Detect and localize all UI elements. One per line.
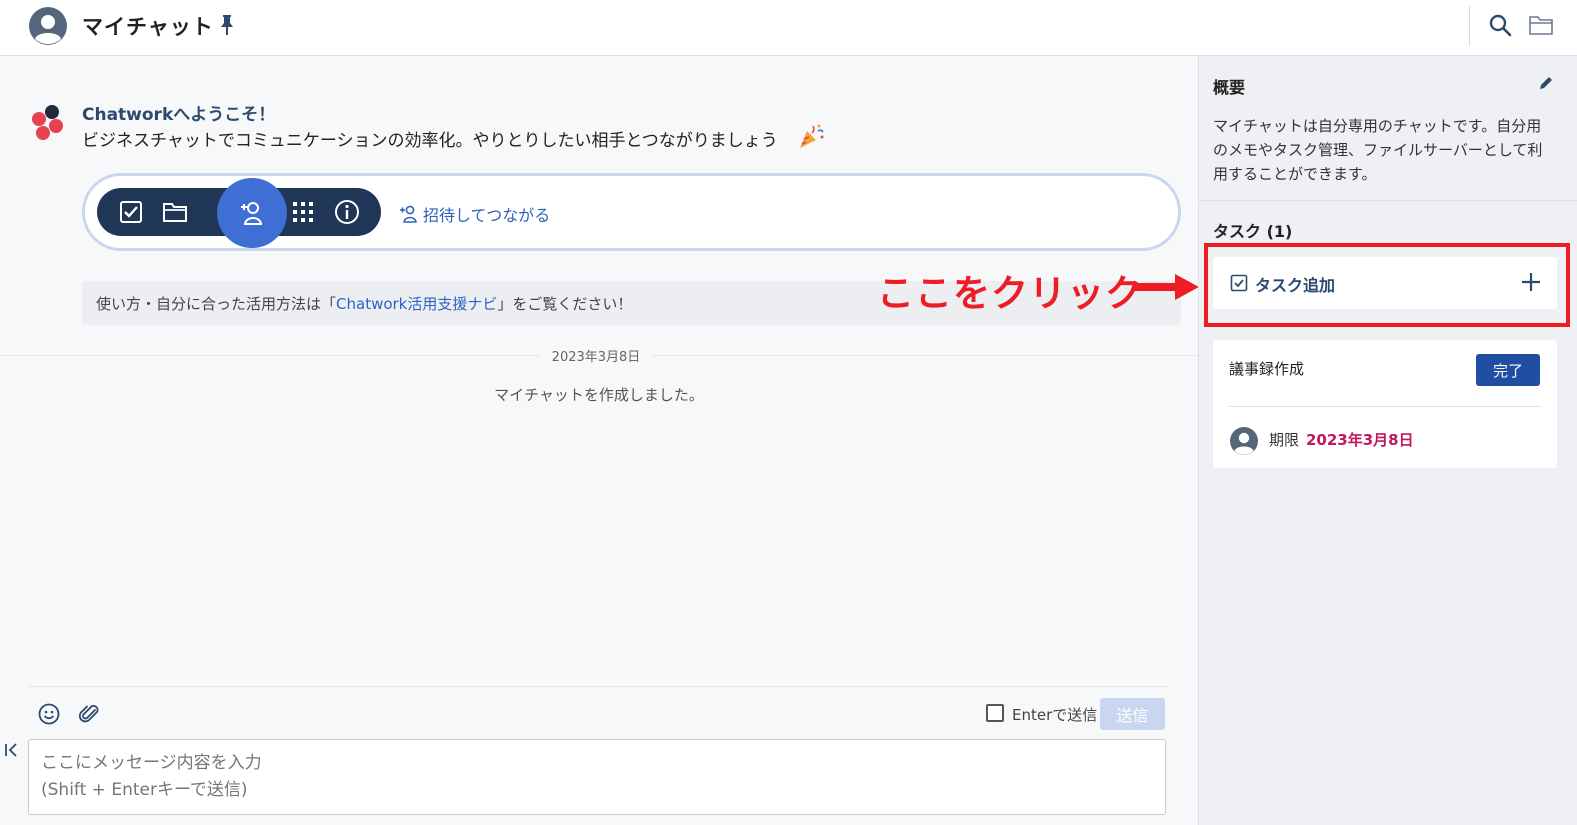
attachment-icon[interactable] — [77, 702, 101, 726]
header: マイチャット — [0, 0, 1577, 56]
add-user-icon — [400, 205, 417, 223]
collapse-icon[interactable] — [4, 742, 20, 758]
complete-task-button[interactable]: 完了 — [1476, 354, 1540, 386]
welcome-title: Chatworkへようこそ！ — [82, 105, 276, 125]
task-section-header: タスク (1) — [1213, 222, 1293, 241]
assignee-avatar-icon — [1230, 427, 1258, 455]
onboarding-toolbar: 招待してつながる — [82, 173, 1181, 251]
chat-timeline: Chatworkへようこそ！ ビジネスチャットでコミュニケーションの効率化。やり… — [0, 56, 1199, 825]
search-icon[interactable] — [1488, 13, 1512, 37]
task-checkbox-icon[interactable] — [117, 198, 145, 226]
info-icon[interactable] — [333, 198, 361, 226]
add-task-label: タスク追加 — [1255, 276, 1336, 295]
room-title: マイチャット — [82, 15, 214, 39]
header-divider — [1469, 6, 1470, 46]
side-divider — [1199, 200, 1577, 201]
add-user-icon — [241, 202, 263, 225]
emoji-icon[interactable] — [37, 702, 61, 726]
folder-icon[interactable] — [1528, 13, 1554, 37]
welcome-text: ビジネスチャットでコミュニケーションの効率化。やりとりしたい相手とつながりましょ… — [82, 131, 778, 151]
send-button[interactable]: 送信 — [1100, 698, 1165, 730]
apps-grid-icon[interactable] — [289, 198, 317, 226]
message-input[interactable] — [28, 739, 1166, 815]
plus-icon — [1522, 273, 1540, 291]
click-here-annotation: ここをクリック — [877, 272, 1143, 315]
task-item: 議事録作成 完了 期限 2023年3月8日 — [1213, 340, 1557, 468]
task-name[interactable]: 議事録作成 — [1229, 358, 1304, 379]
arrow-right-icon — [1135, 274, 1199, 300]
due-label: 期限 — [1269, 431, 1300, 449]
invite-label: 招待してつながる — [423, 206, 551, 225]
pin-icon[interactable] — [218, 14, 236, 36]
date-separator: 2023年3月8日 — [540, 346, 652, 365]
composer-divider — [28, 686, 1168, 687]
invite-contact-button[interactable] — [217, 178, 287, 248]
party-popper-icon — [800, 124, 824, 148]
guide-suffix: 」をご覧ください！ — [497, 295, 633, 313]
enter-send-label: Enterで送信 — [1012, 706, 1098, 724]
feature-pill — [97, 178, 381, 248]
folder-icon[interactable] — [161, 198, 189, 226]
chatwork-logo-icon — [32, 105, 63, 140]
overview-description: マイチャットは自分専用のチャットです。自分用のメモやタスク管理、ファイルサーバー… — [1213, 117, 1543, 183]
edit-pencil-icon[interactable] — [1537, 74, 1555, 92]
overview-title: 概要 — [1213, 78, 1246, 97]
user-avatar-icon[interactable] — [28, 6, 68, 46]
task-checkbox-icon — [1230, 274, 1248, 292]
guide-prefix: 使い方・自分に合った活用方法は「 — [96, 295, 337, 313]
task-divider — [1229, 406, 1541, 407]
room-info-panel: 概要 マイチャットは自分専用のチャットです。自分用のメモやタスク管理、ファイルサ… — [1198, 56, 1577, 825]
invite-link[interactable]: 招待してつながる — [399, 202, 550, 226]
system-message: マイチャットを作成しました。 — [494, 386, 704, 404]
enter-send-checkbox[interactable] — [986, 704, 1004, 722]
guide-link[interactable]: Chatwork活用支援ナビ — [336, 295, 497, 313]
add-task-button[interactable]: タスク追加 — [1213, 257, 1557, 309]
due-date: 2023年3月8日 — [1306, 431, 1414, 449]
